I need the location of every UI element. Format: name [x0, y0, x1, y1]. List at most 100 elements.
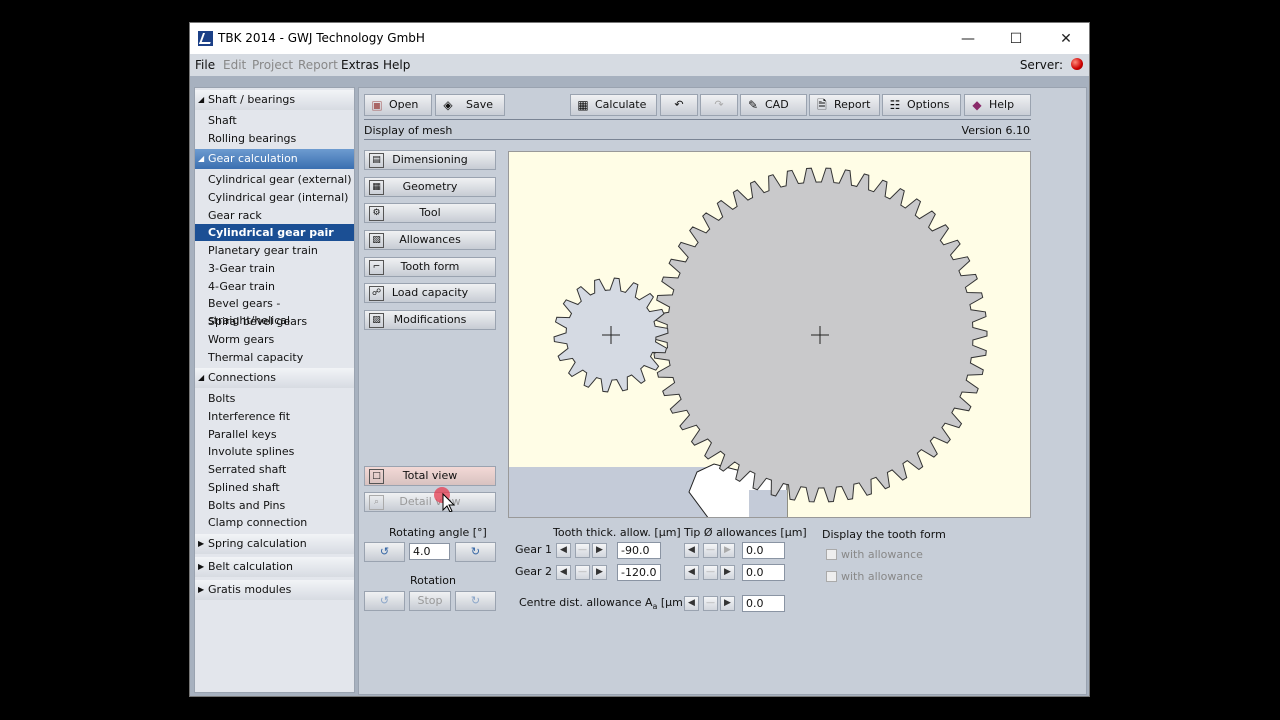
tooth-form-checkbox-1[interactable] — [826, 549, 837, 560]
menu-help[interactable]: Help — [383, 58, 410, 72]
calculate-button[interactable]: ▦ Calculate — [570, 94, 657, 116]
sidebar-item-worm-gears[interactable]: Worm gears — [195, 331, 354, 348]
total-view-button[interactable]: □ Total view — [364, 466, 496, 486]
open-button[interactable]: ▣ Open — [364, 94, 432, 116]
redo-button[interactable]: ↷ — [700, 94, 738, 116]
menu-extras[interactable]: Extras — [341, 58, 379, 72]
sidebar-item-involute-splines[interactable]: Involute splines — [195, 443, 354, 460]
rotation-left-icon: ↺ — [379, 594, 390, 607]
minimize-button[interactable]: — — [945, 27, 991, 51]
sidebar-item-4-gear-train[interactable]: 4-Gear train — [195, 278, 354, 295]
geometry-icon: ▦ — [369, 180, 384, 195]
centre-decrease-button[interactable]: ◀ — [684, 596, 699, 611]
gear1-thick-input[interactable]: -90.0 — [617, 542, 661, 559]
sidebar-item-bolts[interactable]: Bolts — [195, 390, 354, 407]
sidebar-item-cylindrical-gear-external[interactable]: Cylindrical gear (external) — [195, 171, 354, 188]
sidebar-item-serrated-shaft[interactable]: Serrated shaft — [195, 461, 354, 478]
sidebar-item-cylindrical-gear-pair[interactable]: Cylindrical gear pair — [195, 224, 354, 241]
section-gear-calculation[interactable]: Gear calculation — [195, 149, 354, 169]
gear1-thick-decrease-button[interactable]: ◀ — [556, 543, 571, 558]
module-sidebar: Shaft / bearings Shaft Rolling bearings … — [194, 87, 355, 693]
sidebar-item-bolts-and-pins[interactable]: Bolts and Pins — [195, 497, 354, 514]
tooth-form-checkbox-2[interactable] — [826, 571, 837, 582]
modifications-button[interactable]: ▨ Modifications — [364, 310, 496, 330]
gear1-tip-reset-button[interactable]: — — [703, 543, 718, 558]
report-button[interactable]: 🗎 Report — [809, 94, 880, 116]
gear1-tip-increase-button[interactable]: ▶ — [720, 543, 735, 558]
detail-view-button[interactable]: ⌕ Detail view — [364, 492, 496, 512]
undo-icon: ↶ — [674, 98, 684, 111]
stop-button[interactable]: Stop — [409, 591, 451, 611]
centre-distance-input[interactable]: 0.0 — [742, 595, 785, 612]
maximize-button[interactable]: ☐ — [993, 27, 1039, 51]
gear2-thick-increase-button[interactable]: ▶ — [592, 565, 607, 580]
gear1-tip-decrease-button[interactable]: ◀ — [684, 543, 699, 558]
section-connections[interactable]: Connections — [195, 368, 354, 388]
section-shaft-bearings[interactable]: Shaft / bearings — [195, 90, 354, 110]
allowances-button[interactable]: ▧ Allowances — [364, 230, 496, 250]
gear1-tip-input[interactable]: 0.0 — [742, 542, 785, 559]
gear2-tip-reset-button[interactable]: — — [703, 565, 718, 580]
centre-increase-button[interactable]: ▶ — [720, 596, 735, 611]
help-button[interactable]: ◆ Help — [964, 94, 1031, 116]
close-button[interactable]: ✕ — [1043, 27, 1089, 51]
sidebar-item-cylindrical-gear-internal[interactable]: Cylindrical gear (internal) — [195, 189, 354, 206]
panel-title: Display of mesh — [364, 124, 453, 137]
sidebar-item-3-gear-train[interactable]: 3-Gear train — [195, 260, 354, 277]
sidebar-item-thermal-capacity[interactable]: Thermal capacity — [195, 349, 354, 366]
menu-report[interactable]: Report — [298, 58, 338, 72]
gear2-tip-decrease-button[interactable]: ◀ — [684, 565, 699, 580]
section-belt-calculation[interactable]: Belt calculation — [195, 557, 354, 577]
tool-holder-shape — [749, 490, 787, 517]
sidebar-item-clamp-connection[interactable]: Clamp connection — [195, 514, 354, 531]
dimensioning-button[interactable]: ▤ Dimensioning — [364, 150, 496, 170]
gear2-tip-increase-button[interactable]: ▶ — [720, 565, 735, 580]
sidebar-item-shaft[interactable]: Shaft — [195, 112, 354, 129]
rotating-angle-label: Rotating angle [°] — [389, 526, 487, 539]
undo-button[interactable]: ↶ — [660, 94, 698, 116]
load-capacity-icon: ☍ — [369, 286, 384, 301]
mesh-display-canvas[interactable] — [508, 151, 1031, 518]
tooth-form-option-2-label: with allowance — [841, 570, 923, 583]
rotating-angle-input[interactable]: 4.0 — [409, 543, 450, 560]
sidebar-item-splined-shaft[interactable]: Splined shaft — [195, 479, 354, 496]
tool-button[interactable]: ⚙ Tool — [364, 203, 496, 223]
tooth-form-button[interactable]: ⌐ Tooth form — [364, 257, 496, 277]
options-button[interactable]: ☷ Options — [882, 94, 961, 116]
rotation-left-button[interactable]: ↺ — [364, 591, 405, 611]
sidebar-item-planetary-gear-train[interactable]: Planetary gear train — [195, 242, 354, 259]
save-button[interactable]: ◈ Save — [435, 94, 505, 116]
gear2-tip-input[interactable]: 0.0 — [742, 564, 785, 581]
modifications-icon: ▨ — [369, 313, 384, 328]
sidebar-item-rolling-bearings[interactable]: Rolling bearings — [195, 130, 354, 147]
cad-button[interactable]: ✎ CAD — [740, 94, 807, 116]
load-capacity-button[interactable]: ☍ Load capacity — [364, 283, 496, 303]
gear1-thick-reset-button[interactable]: — — [575, 543, 590, 558]
gear2-thick-decrease-button[interactable]: ◀ — [556, 565, 571, 580]
centre-reset-button[interactable]: — — [703, 596, 718, 611]
tool-gear-icon: ⚙ — [369, 206, 384, 221]
sidebar-item-spiral-bevel-gears[interactable]: Spiral bevel gears — [195, 313, 354, 330]
gear2-thick-reset-button[interactable]: — — [575, 565, 590, 580]
pointer-icon — [434, 487, 456, 513]
rotate-right-button[interactable]: ↻ — [455, 542, 496, 562]
server-status-icon — [1071, 58, 1083, 70]
save-icon: ◈ — [443, 98, 453, 112]
geometry-button[interactable]: ▦ Geometry — [364, 177, 496, 197]
menu-file[interactable]: File — [195, 58, 215, 72]
section-gratis-modules[interactable]: Gratis modules — [195, 580, 354, 600]
header-separator — [364, 139, 1031, 140]
rotation-right-button[interactable]: ↻ — [455, 591, 496, 611]
sidebar-item-parallel-keys[interactable]: Parallel keys — [195, 426, 354, 443]
gear1-thick-increase-button[interactable]: ▶ — [592, 543, 607, 558]
section-spring-calculation[interactable]: Spring calculation — [195, 534, 354, 554]
menu-project[interactable]: Project — [252, 58, 293, 72]
sidebar-item-gear-rack[interactable]: Gear rack — [195, 207, 354, 224]
rotate-left-button[interactable]: ↺ — [364, 542, 405, 562]
sidebar-item-interference-fit[interactable]: Interference fit — [195, 408, 354, 425]
menu-edit[interactable]: Edit — [223, 58, 246, 72]
sidebar-item-bevel-gears[interactable]: Bevel gears - straight/helical — [195, 295, 354, 327]
gear2-thick-input[interactable]: -120.0 — [617, 564, 661, 581]
mouse-cursor — [433, 486, 457, 515]
options-icon: ☷ — [889, 98, 901, 112]
